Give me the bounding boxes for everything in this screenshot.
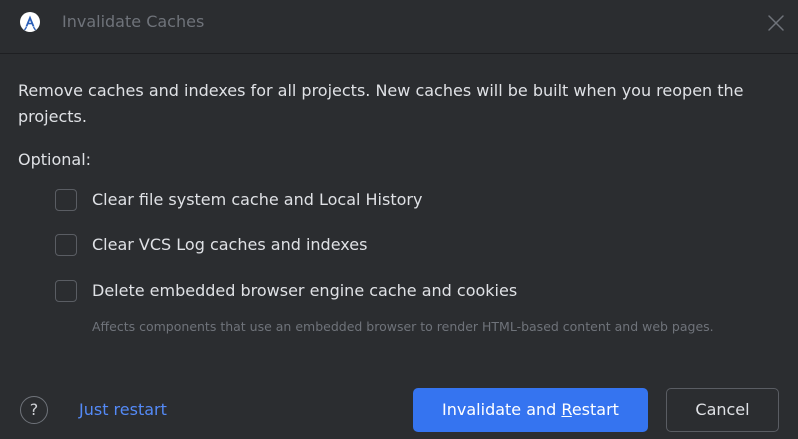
browser-cache-hint: Affects components that use an embedded … [92,319,714,334]
title-bar: Invalidate Caches [0,0,798,54]
clear-file-system-cache-checkbox[interactable] [55,189,77,211]
cancel-button[interactable]: Cancel [666,388,779,432]
primary-label-post: estart [571,400,619,419]
just-restart-link[interactable]: Just restart [79,400,167,420]
option-label: Clear file system cache and Local Histor… [92,190,423,209]
optional-label: Optional: [18,150,92,169]
invalidate-caches-dialog: Invalidate Caches Remove caches and inde… [0,0,798,439]
primary-label-mnemonic: R [561,400,572,419]
android-studio-icon [19,11,41,33]
help-button[interactable]: ? [20,396,48,424]
close-icon[interactable] [765,12,787,34]
option-label: Clear VCS Log caches and indexes [92,235,368,254]
dialog-title: Invalidate Caches [62,12,205,31]
clear-vcs-log-caches-checkbox[interactable] [55,234,77,256]
option-label: Delete embedded browser engine cache and… [92,281,518,300]
question-mark-icon: ? [29,400,39,419]
delete-browser-cache-checkbox[interactable] [55,280,77,302]
invalidate-and-restart-button[interactable]: Invalidate and Restart [413,388,648,432]
description-text: Remove caches and indexes for all projec… [18,81,744,126]
dialog-content: Remove caches and indexes for all projec… [0,54,798,439]
primary-label-pre: Invalidate and [442,400,562,419]
